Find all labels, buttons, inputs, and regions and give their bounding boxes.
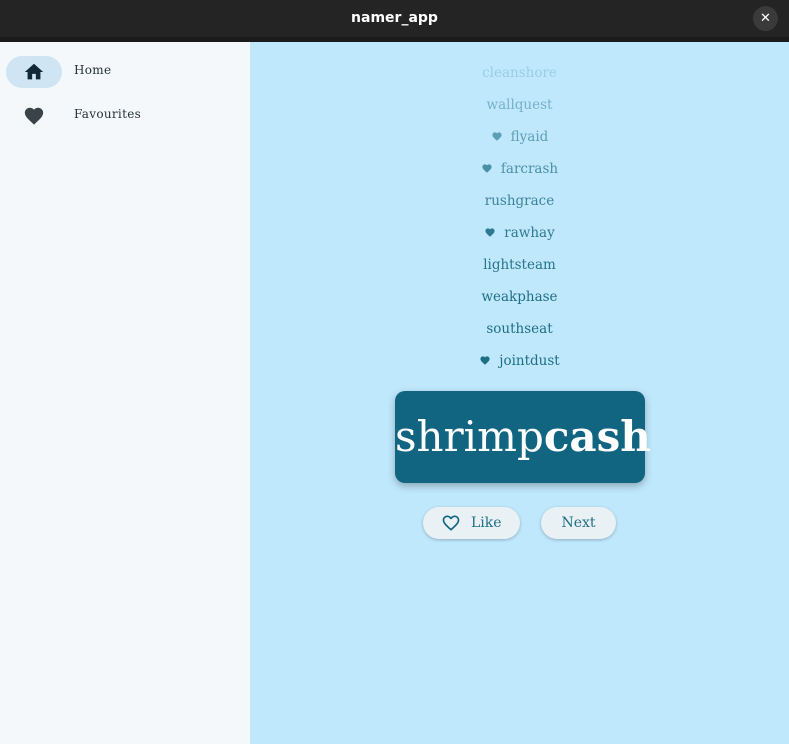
- close-icon[interactable]: ✕: [753, 6, 778, 31]
- history-word: wallquest: [486, 97, 553, 113]
- window-title: namer_app: [351, 10, 438, 26]
- history-item[interactable]: farcrash: [250, 158, 789, 180]
- like-button[interactable]: Like: [423, 507, 520, 539]
- home-icon: [24, 63, 44, 80]
- next-button[interactable]: Next: [541, 507, 616, 539]
- heart-icon: [485, 228, 495, 237]
- sidebar-item-label: Favourites: [74, 107, 142, 121]
- history-item[interactable]: wallquest: [250, 94, 789, 116]
- like-label: Like: [471, 515, 502, 531]
- heart-icon: [480, 356, 490, 365]
- history-item[interactable]: jointdust: [250, 350, 789, 372]
- navigation-rail: Home Favourites: [0, 42, 250, 744]
- history-word: lightsteam: [483, 257, 556, 273]
- history-item[interactable]: rawhay: [250, 222, 789, 244]
- history-item[interactable]: weakphase: [250, 286, 789, 308]
- history-word: southseat: [486, 321, 553, 337]
- history-word: flyaid: [510, 129, 549, 145]
- window-titlebar: namer_app ✕: [0, 0, 789, 37]
- history-word: rushgrace: [484, 193, 555, 209]
- word-pair-first: shrimp: [395, 412, 544, 461]
- history-item[interactable]: lightsteam: [250, 254, 789, 276]
- history-item[interactable]: rushgrace: [250, 190, 789, 212]
- heart-outline-icon: [442, 515, 460, 531]
- history-word: jointdust: [499, 353, 560, 369]
- history-item[interactable]: cleanshore: [250, 62, 789, 84]
- generator-page: cleanshore wallquest flyaid farcrash rus…: [250, 42, 789, 744]
- history-word: weakphase: [481, 289, 558, 305]
- word-pair-card: shrimpcash: [395, 391, 651, 483]
- history-word: cleanshore: [482, 65, 557, 81]
- sidebar-item-home[interactable]: Home: [0, 56, 250, 96]
- word-pair-second: cash: [543, 412, 651, 461]
- history-item[interactable]: flyaid: [250, 126, 789, 148]
- history-item[interactable]: southseat: [250, 318, 789, 340]
- heart-icon: [492, 132, 502, 141]
- history-word: farcrash: [500, 161, 559, 177]
- sidebar-item-favourites[interactable]: Favourites: [0, 100, 250, 140]
- heart-icon: [482, 164, 492, 173]
- heart-icon: [24, 107, 44, 125]
- next-label: Next: [561, 515, 596, 531]
- history-word: rawhay: [504, 225, 555, 241]
- sidebar-item-label: Home: [74, 63, 112, 77]
